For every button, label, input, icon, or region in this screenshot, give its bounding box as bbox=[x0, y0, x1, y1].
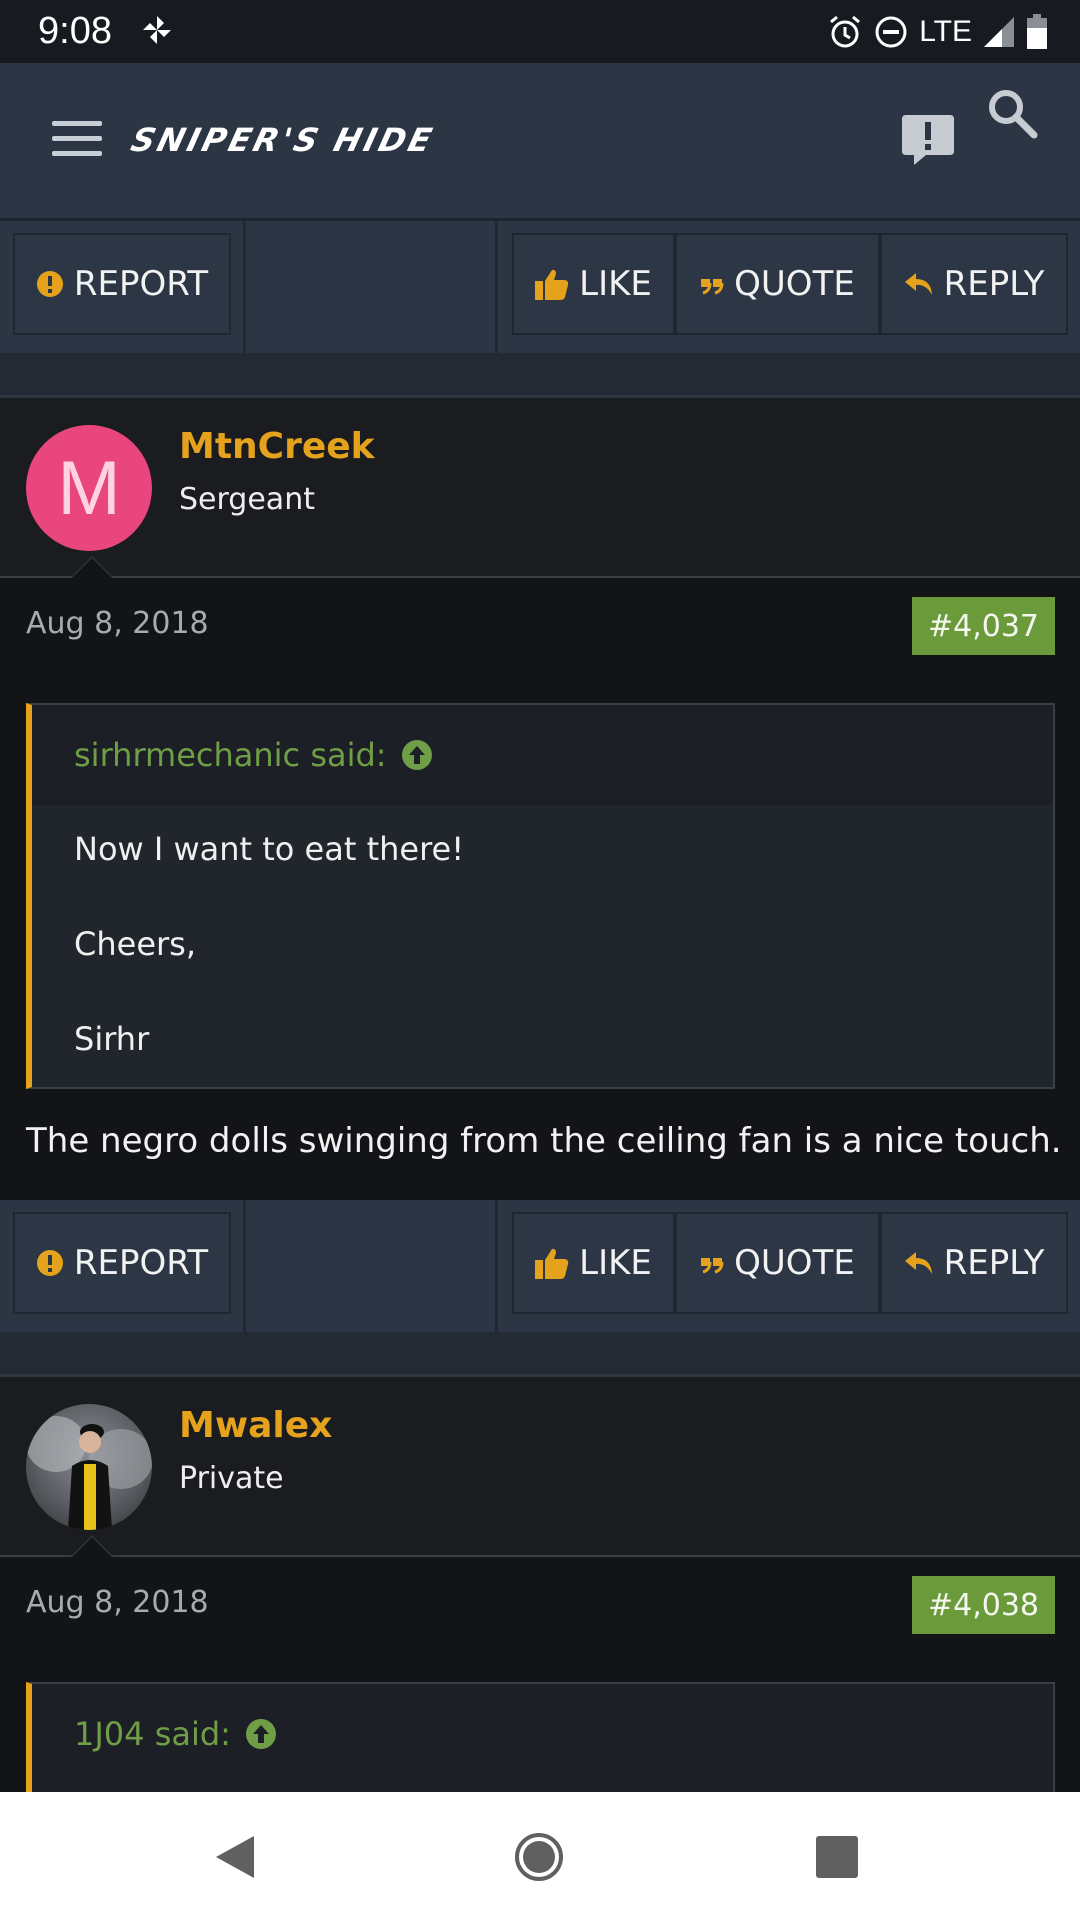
quote-line: Now I want to eat there! bbox=[74, 830, 465, 868]
arrow-up-circle-icon bbox=[401, 740, 432, 770]
quote-label: QUOTE bbox=[734, 1243, 855, 1283]
post-number-badge[interactable]: #4,038 bbox=[911, 1576, 1055, 1634]
quote-mark-icon bbox=[700, 1252, 724, 1274]
avatar[interactable]: M bbox=[26, 425, 152, 551]
avatar[interactable] bbox=[26, 1404, 152, 1530]
dnd-icon bbox=[875, 16, 907, 48]
quote-button[interactable]: QUOTE bbox=[675, 233, 880, 335]
network-label: LTE bbox=[919, 15, 972, 48]
pinwheel-icon bbox=[143, 16, 171, 44]
like-button[interactable]: LIKE bbox=[512, 233, 675, 335]
status-bar: 9:08 LTE bbox=[0, 0, 1080, 63]
quote-button[interactable]: QUOTE bbox=[675, 1212, 880, 1314]
like-label: LIKE bbox=[579, 264, 652, 304]
alarm-icon bbox=[830, 15, 861, 48]
quote-line: Cheers, bbox=[74, 925, 196, 963]
quote-author[interactable]: 1J04 said: bbox=[32, 1684, 1053, 1784]
warning-icon bbox=[36, 270, 64, 298]
quote-block: sirhrmechanic said: Now I want to eat th… bbox=[26, 703, 1055, 1089]
username[interactable]: Mwalex bbox=[179, 1405, 332, 1446]
user-title: Sergeant bbox=[179, 482, 315, 517]
post-date[interactable]: Aug 8, 2018 bbox=[26, 1585, 209, 1620]
post-date[interactable]: Aug 8, 2018 bbox=[26, 606, 209, 641]
back-icon[interactable] bbox=[214, 1834, 256, 1880]
system-nav-bar bbox=[0, 1792, 1080, 1920]
site-logo[interactable]: SNIPER'S HIDE bbox=[127, 121, 438, 159]
user-title: Private bbox=[179, 1461, 284, 1496]
thumbs-up-icon bbox=[535, 268, 569, 300]
recents-icon[interactable] bbox=[816, 1836, 858, 1878]
battery-icon bbox=[1027, 14, 1047, 49]
quote-content: Now I want to eat there! Cheers, Sirhr bbox=[32, 805, 1053, 1087]
post-action-bar: REPORT LIKE QUOTE REPLY bbox=[0, 221, 1080, 353]
arrow-up-circle-icon bbox=[245, 1719, 276, 1749]
quote-label: QUOTE bbox=[734, 264, 855, 304]
post-number-badge[interactable]: #4,037 bbox=[911, 597, 1055, 655]
quote-mark-icon bbox=[700, 273, 724, 295]
post-body: Aug 8, 2018 #4,038 1J04 said: bbox=[0, 1557, 1080, 1792]
like-button[interactable]: LIKE bbox=[512, 1212, 675, 1314]
search-icon[interactable] bbox=[986, 87, 1038, 139]
report-label: REPORT bbox=[73, 264, 209, 304]
post-message: The negro dolls swinging from the ceilin… bbox=[26, 1121, 1062, 1161]
quote-author-label: 1J04 said: bbox=[74, 1715, 231, 1753]
post-action-bar: REPORT LIKE QUOTE REPLY bbox=[0, 1200, 1080, 1332]
signal-icon bbox=[984, 17, 1014, 47]
post-user-header: Mwalex Private bbox=[0, 1377, 1080, 1557]
reply-button[interactable]: REPLY bbox=[880, 1212, 1068, 1314]
status-time: 9:08 bbox=[38, 10, 112, 52]
reply-button[interactable]: REPLY bbox=[880, 233, 1068, 335]
home-icon[interactable] bbox=[514, 1832, 564, 1882]
reply-arrow-icon bbox=[904, 1250, 934, 1276]
reply-label: REPLY bbox=[943, 264, 1045, 304]
quote-line: Sirhr bbox=[74, 1020, 150, 1058]
report-button[interactable]: REPORT bbox=[13, 1212, 231, 1314]
reply-arrow-icon bbox=[904, 271, 934, 297]
reply-label: REPLY bbox=[943, 1243, 1045, 1283]
app-header: SNIPER'S HIDE bbox=[0, 63, 1080, 221]
warning-icon bbox=[36, 1249, 64, 1277]
like-label: LIKE bbox=[579, 1243, 652, 1283]
report-button[interactable]: REPORT bbox=[13, 233, 231, 335]
menu-icon[interactable] bbox=[52, 121, 102, 161]
username[interactable]: MtnCreek bbox=[179, 426, 375, 467]
post-body: Aug 8, 2018 #4,037 sirhrmechanic said: N… bbox=[0, 578, 1080, 1200]
quote-author-label: sirhrmechanic said: bbox=[74, 736, 387, 774]
quote-block: 1J04 said: bbox=[26, 1682, 1055, 1792]
alert-icon[interactable] bbox=[900, 111, 956, 169]
post-user-header: M MtnCreek Sergeant bbox=[0, 398, 1080, 578]
quote-author[interactable]: sirhrmechanic said: bbox=[32, 705, 1053, 805]
report-label: REPORT bbox=[73, 1243, 209, 1283]
thumbs-up-icon bbox=[535, 1247, 569, 1279]
